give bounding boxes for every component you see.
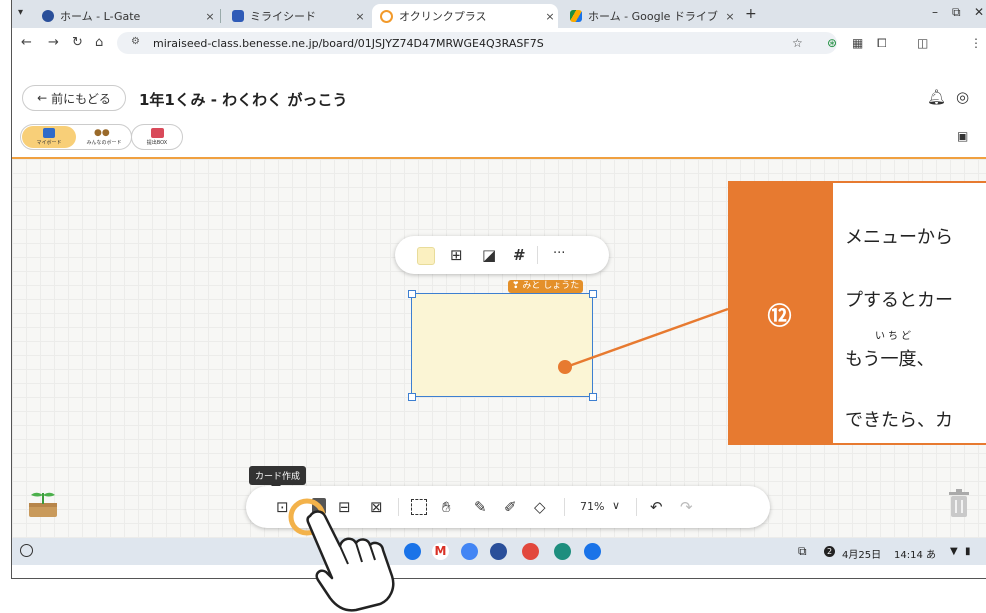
clipboard-icon[interactable]: ⧉ <box>798 544 807 559</box>
browser-window: ▾ ホーム - L-Gate × ミライシード × オクリンクプラス × ホーム… <box>11 0 986 579</box>
redo-icon[interactable]: ↷ <box>680 498 693 516</box>
os-shelf: M ⧉ 2 4月25日 14:14 あ ▼ ▮ <box>12 538 986 565</box>
notification-count-badge[interactable]: 2 <box>824 546 835 557</box>
battery-icon[interactable]: ▮ <box>965 546 971 557</box>
app-shelf-icon-2[interactable] <box>584 543 601 560</box>
lgate-shelf-icon[interactable] <box>490 543 507 560</box>
launcher-icon[interactable] <box>20 544 33 557</box>
zoom-level[interactable]: 71% <box>580 500 604 513</box>
shelf-date[interactable]: 4月25日 <box>842 546 881 561</box>
eraser-icon[interactable]: ◇ <box>534 498 546 516</box>
tooltip-create-card: カード作成 <box>249 466 307 490</box>
instruction-line: メニューから <box>845 227 953 248</box>
callout-line <box>565 307 729 369</box>
highlighter-icon[interactable]: ✐ <box>504 498 517 516</box>
toolbar-divider <box>636 498 637 516</box>
instruction-line: できたら、カ <box>845 410 953 431</box>
docs-icon[interactable] <box>461 543 478 560</box>
wifi-icon[interactable]: ▼ <box>950 546 958 557</box>
undo-icon[interactable]: ↶ <box>650 498 663 516</box>
app-shelf-icon[interactable] <box>522 543 539 560</box>
callout-dot <box>558 360 572 374</box>
toolbar-divider <box>564 498 565 516</box>
hand-shape <box>306 510 395 612</box>
trash-icon[interactable] <box>948 489 970 519</box>
plant-icon[interactable] <box>26 487 60 519</box>
instruction-box: メニューから プするとカー いちど もう一度、 できたら、カ <box>831 181 986 445</box>
pen-icon[interactable]: ✎ <box>474 498 487 516</box>
furigana: いちど <box>875 331 914 342</box>
shelf-time[interactable]: 14:14 あ <box>894 546 936 561</box>
zoom-dropdown-icon[interactable]: ∨ <box>612 499 620 512</box>
pointing-hand-illustration <box>288 498 395 612</box>
instruction-line: プするとカー <box>845 290 953 311</box>
classroom-icon[interactable] <box>554 543 571 560</box>
hand-tool-icon[interactable]: ✋︎ <box>442 498 451 516</box>
instruction-line: もう一度、 <box>845 349 935 370</box>
step-number: ⑫ <box>728 181 831 445</box>
